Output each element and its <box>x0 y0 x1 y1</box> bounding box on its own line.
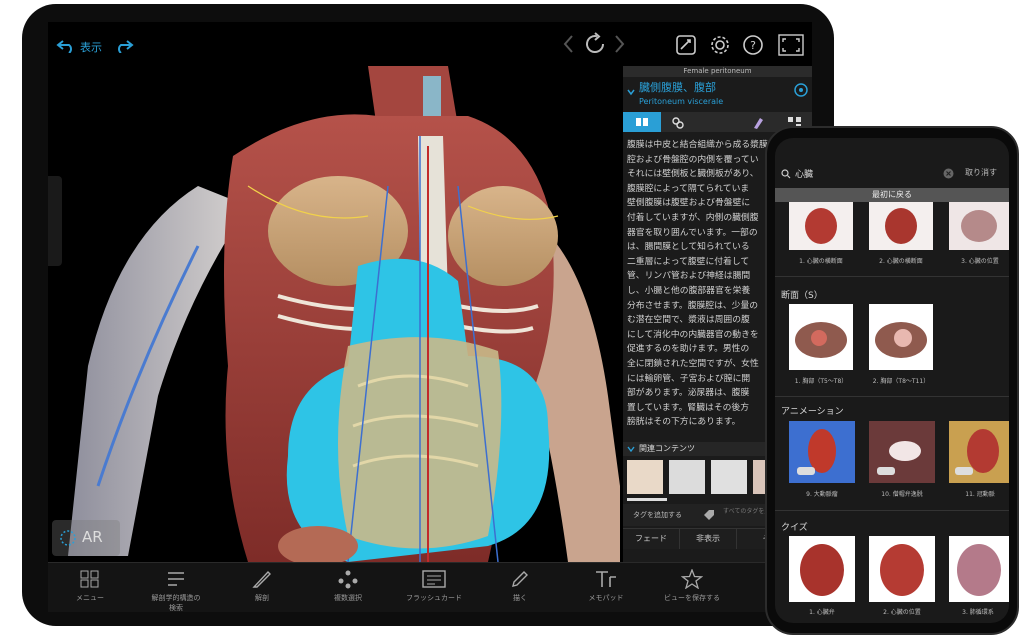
tablet-device: 表示 ? AR Female peritoneum 臓側腹膜、腹部 Perito… <box>22 4 834 626</box>
tab-clinical-icon[interactable] <box>671 115 685 134</box>
result-thumb[interactable] <box>789 304 853 370</box>
ar-label: AR <box>82 528 103 546</box>
undo-label[interactable]: 表示 <box>80 39 102 55</box>
draw-button[interactable]: 描く <box>478 569 562 603</box>
top-toolbar: 表示 ? <box>48 22 812 66</box>
prev-view-icon[interactable] <box>562 34 574 58</box>
tab-pen-icon[interactable] <box>751 115 765 134</box>
search-bar: 心臓 取り消す <box>775 164 1009 184</box>
result-thumb[interactable] <box>949 202 1009 250</box>
search-icon <box>781 169 791 179</box>
ar-button[interactable]: AR <box>52 520 120 556</box>
grid-icon <box>80 570 99 588</box>
anatomy-3d-view[interactable]: AR <box>48 66 620 566</box>
quiz-thumb[interactable] <box>869 536 935 602</box>
help-icon[interactable]: ? <box>742 34 764 60</box>
flashcard-button[interactable]: フラッシュカード <box>392 569 476 603</box>
scalpel-icon <box>252 570 271 588</box>
animation-heading: アニメーション <box>781 407 844 417</box>
tag-icon <box>704 510 714 520</box>
collapse-chevron-icon[interactable] <box>627 81 635 100</box>
reset-rotate-icon[interactable] <box>583 32 607 60</box>
quiz-caption: 2. 心臓の位置 <box>883 609 921 616</box>
result-thumb[interactable] <box>789 202 853 250</box>
tablet-screen: 表示 ? AR Female peritoneum 臓側腹膜、腹部 Perito… <box>48 22 812 612</box>
related-content-label: 関連コンテンツ <box>639 444 695 453</box>
tab-definition[interactable] <box>623 112 661 132</box>
side-slider-handle[interactable] <box>48 176 62 266</box>
bottom-toolbar: メニュー 解剖学的構造の 検索 解剖 複数選択 フラッシュカード 描く メモパッ… <box>48 562 812 612</box>
fade-button[interactable]: フェード <box>623 529 680 549</box>
quiz-caption: 1. 心臓弁 <box>809 609 835 616</box>
notepad-button[interactable]: メモパッド <box>564 569 648 603</box>
result-caption: 2. 心臓の横断面 <box>879 258 923 265</box>
search-input[interactable]: 心臓 <box>795 167 813 180</box>
animation-caption: 9. 大動脈瘤 <box>806 491 838 498</box>
quiz-heading: クイズ <box>781 523 808 533</box>
structure-latin-name: Peritoneum viscerale <box>639 97 724 106</box>
divider <box>775 510 1009 511</box>
animation-caption: 11. 冠動脈 <box>965 491 995 498</box>
locate-target-icon[interactable] <box>793 82 809 102</box>
result-caption: 2. 胸部（T8～T11） <box>872 378 930 385</box>
redo-icon[interactable] <box>114 38 134 57</box>
animation-thumb[interactable] <box>869 421 935 483</box>
related-thumb-3[interactable] <box>711 460 747 494</box>
related-thumb-1[interactable] <box>627 460 663 494</box>
phone-device: 心臓 取り消す 最初に戻る 1. 心臓の横断面 2. 心臓の横断面 3. 心臓の… <box>765 126 1019 635</box>
quiz-caption: 3. 肺循環系 <box>962 609 994 616</box>
add-tag-button[interactable]: タグを追加する <box>633 510 682 520</box>
related-scroll-indicator <box>627 498 667 501</box>
result-caption: 3. 心臓の位置 <box>961 258 999 265</box>
svg-text:?: ? <box>750 39 756 52</box>
phone-screen: 心臓 取り消す 最初に戻る 1. 心臓の横断面 2. 心臓の横断面 3. 心臓の… <box>775 138 1009 623</box>
quiz-thumb[interactable] <box>949 536 1009 602</box>
divider <box>775 276 1009 277</box>
flashcard-icon <box>422 570 446 588</box>
cancel-button[interactable]: 取り消す <box>965 167 997 178</box>
section-heading: 断面（S） <box>781 291 823 301</box>
result-caption: 1. 心臓の横断面 <box>799 258 843 265</box>
multi-select-icon <box>338 570 358 589</box>
undo-icon[interactable] <box>56 38 76 57</box>
menu-button[interactable]: メニュー <box>48 569 132 603</box>
divider <box>775 396 1009 397</box>
clear-search-icon[interactable] <box>943 168 954 179</box>
pencil-icon <box>512 571 528 587</box>
structure-title: 臓側腹膜、腹部 <box>639 81 716 94</box>
next-view-icon[interactable] <box>614 34 626 58</box>
related-thumb-2[interactable] <box>669 460 705 494</box>
structure-list-icon <box>168 572 184 586</box>
animation-thumb[interactable] <box>789 421 855 483</box>
structure-search-button[interactable]: 解剖学的構造の 検索 <box>134 569 218 612</box>
result-thumb[interactable] <box>869 202 933 250</box>
animation-caption: 10. 僧帽弁逸脱 <box>881 491 923 498</box>
dissect-button[interactable]: 解剖 <box>220 569 304 603</box>
hide-button[interactable]: 非表示 <box>680 529 737 549</box>
quiz-thumb[interactable] <box>789 536 855 602</box>
fullscreen-icon[interactable] <box>778 34 804 60</box>
panel-header: Female peritoneum <box>623 66 812 77</box>
back-to-top-button[interactable]: 最初に戻る <box>775 188 1009 202</box>
multi-select-button[interactable]: 複数選択 <box>306 569 390 603</box>
save-view-button[interactable]: ビューを保存する <box>650 569 734 603</box>
animation-thumb[interactable] <box>949 421 1009 483</box>
settings-gear-icon[interactable] <box>709 34 731 60</box>
result-caption: 1. 胸部（T5～T8） <box>794 378 848 385</box>
text-icon <box>596 571 616 587</box>
star-icon <box>681 569 703 589</box>
result-thumb[interactable] <box>869 304 933 370</box>
share-icon[interactable] <box>675 34 697 60</box>
